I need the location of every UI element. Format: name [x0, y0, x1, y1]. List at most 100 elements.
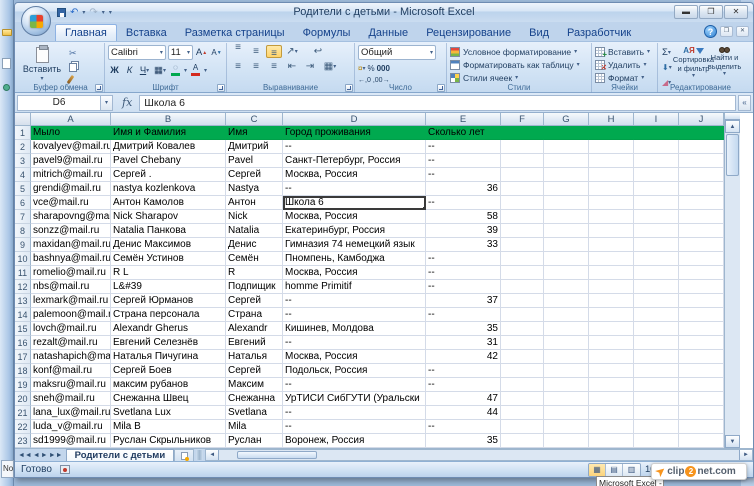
cell-A18[interactable]: konf@mail.ru: [31, 364, 111, 378]
cell-I10[interactable]: [634, 252, 679, 266]
cell-E4[interactable]: --: [426, 168, 501, 182]
cell-B4[interactable]: Сергей .: [111, 168, 226, 182]
shrink-font-button[interactable]: A▼: [210, 46, 223, 60]
column-header-B[interactable]: B: [111, 113, 226, 126]
cell-A6[interactable]: vce@mail.ru: [31, 196, 111, 210]
tab-4[interactable]: Данные: [359, 25, 417, 41]
cell-F3[interactable]: [501, 154, 544, 168]
cell-F19[interactable]: [501, 378, 544, 392]
copy-button[interactable]: [68, 60, 90, 72]
fill-color-button[interactable]: ◌: [169, 63, 182, 77]
cell-E21[interactable]: 44: [426, 406, 501, 420]
comma-style-button[interactable]: 000: [377, 62, 390, 74]
cell-G22[interactable]: [544, 420, 589, 434]
cell-grid[interactable]: ABCDEFGHIJ1МылоИмя и ФамилияИмяГород про…: [15, 113, 724, 448]
cell-F20[interactable]: [501, 392, 544, 406]
cell-G20[interactable]: [544, 392, 589, 406]
scroll-up-icon[interactable]: ▲: [725, 120, 740, 133]
cell-F10[interactable]: [501, 252, 544, 266]
cell-B16[interactable]: Евгений Селезнёв: [111, 336, 226, 350]
cell-H14[interactable]: [589, 308, 634, 322]
cell-E1[interactable]: Сколько лет: [426, 126, 501, 140]
name-box-dropdown-icon[interactable]: ▾: [101, 95, 113, 111]
page-break-view-button[interactable]: ▥: [623, 464, 640, 476]
cell-I4[interactable]: [634, 168, 679, 182]
cell-G12[interactable]: [544, 280, 589, 294]
cell-H11[interactable]: [589, 266, 634, 280]
wrap-text-button[interactable]: ↩: [310, 45, 326, 58]
close-button[interactable]: ✕: [724, 5, 748, 19]
column-header-C[interactable]: C: [226, 113, 283, 126]
cell-A11[interactable]: romelio@mail.ru: [31, 266, 111, 280]
cell-H13[interactable]: [589, 294, 634, 308]
cell-D14[interactable]: --: [283, 308, 426, 322]
cell-C15[interactable]: Alexandr: [226, 322, 283, 336]
cell-C9[interactable]: Денис: [226, 238, 283, 252]
cell-C12[interactable]: Подпищик: [226, 280, 283, 294]
cell-F15[interactable]: [501, 322, 544, 336]
column-header-I[interactable]: I: [634, 113, 679, 126]
cell-B22[interactable]: Mila B: [111, 420, 226, 434]
help-icon[interactable]: ?: [704, 25, 717, 38]
cell-B19[interactable]: максим рубанов: [111, 378, 226, 392]
cell-F2[interactable]: [501, 140, 544, 154]
cell-I7[interactable]: [634, 210, 679, 224]
prev-sheet-icon[interactable]: ◄: [33, 452, 40, 459]
tab-5[interactable]: Рецензирование: [417, 25, 520, 41]
cell-G14[interactable]: [544, 308, 589, 322]
cell-I15[interactable]: [634, 322, 679, 336]
tab-7[interactable]: Разработчик: [558, 25, 640, 41]
cell-D6[interactable]: Школа 6: [283, 196, 426, 210]
cell-H4[interactable]: [589, 168, 634, 182]
cell-B8[interactable]: Natalia Панкова: [111, 224, 226, 238]
conditional-formatting-button[interactable]: Условное форматирование▾: [450, 45, 588, 58]
cell-J11[interactable]: [679, 266, 724, 280]
cell-E12[interactable]: --: [426, 280, 501, 294]
cell-J4[interactable]: [679, 168, 724, 182]
cell-C1[interactable]: Имя: [226, 126, 283, 140]
cell-B9[interactable]: Денис Максимов: [111, 238, 226, 252]
cell-C5[interactable]: Nastya: [226, 182, 283, 196]
cell-J20[interactable]: [679, 392, 724, 406]
cell-J3[interactable]: [679, 154, 724, 168]
cell-F16[interactable]: [501, 336, 544, 350]
clipboard-dialog-launcher[interactable]: [95, 84, 103, 92]
cell-C8[interactable]: Natalia: [226, 224, 283, 238]
insert-function-icon[interactable]: fx: [113, 96, 139, 109]
align-middle-button[interactable]: ≡: [248, 45, 264, 58]
column-header-F[interactable]: F: [501, 113, 544, 126]
cell-A3[interactable]: pavel9@mail.ru: [31, 154, 111, 168]
normal-view-button[interactable]: ▦: [589, 464, 606, 476]
cell-E7[interactable]: 58: [426, 210, 501, 224]
cell-F18[interactable]: [501, 364, 544, 378]
row-header-3[interactable]: 3: [15, 154, 31, 168]
cell-H23[interactable]: [589, 434, 634, 448]
row-header-21[interactable]: 21: [15, 406, 31, 420]
cell-G11[interactable]: [544, 266, 589, 280]
cell-A5[interactable]: grendi@mail.ru: [31, 182, 111, 196]
cell-H5[interactable]: [589, 182, 634, 196]
cell-H15[interactable]: [589, 322, 634, 336]
cell-E19[interactable]: --: [426, 378, 501, 392]
row-header-19[interactable]: 19: [15, 378, 31, 392]
cell-B13[interactable]: Сергей Юрманов: [111, 294, 226, 308]
cell-I21[interactable]: [634, 406, 679, 420]
cell-I20[interactable]: [634, 392, 679, 406]
horizontal-scroll-track[interactable]: [317, 450, 739, 460]
sheet-nav-buttons[interactable]: ◄◄ ◄ ► ►►: [15, 449, 66, 461]
cell-I1[interactable]: [634, 126, 679, 140]
cell-C18[interactable]: Сергей: [226, 364, 283, 378]
cell-A14[interactable]: palemoon@mail.ru: [31, 308, 111, 322]
cell-B11[interactable]: R L: [111, 266, 226, 280]
row-header-16[interactable]: 16: [15, 336, 31, 350]
redo-icon[interactable]: ↷: [89, 8, 97, 18]
cell-D23[interactable]: Воронеж, Россия: [283, 434, 426, 448]
sheet-tab-active[interactable]: Родители с детьми: [66, 449, 175, 461]
cell-J23[interactable]: [679, 434, 724, 448]
cell-B14[interactable]: Страна персонала: [111, 308, 226, 322]
cell-D22[interactable]: --: [283, 420, 426, 434]
cell-C3[interactable]: Pavel: [226, 154, 283, 168]
cell-D13[interactable]: --: [283, 294, 426, 308]
cell-I22[interactable]: [634, 420, 679, 434]
row-header-5[interactable]: 5: [15, 182, 31, 196]
